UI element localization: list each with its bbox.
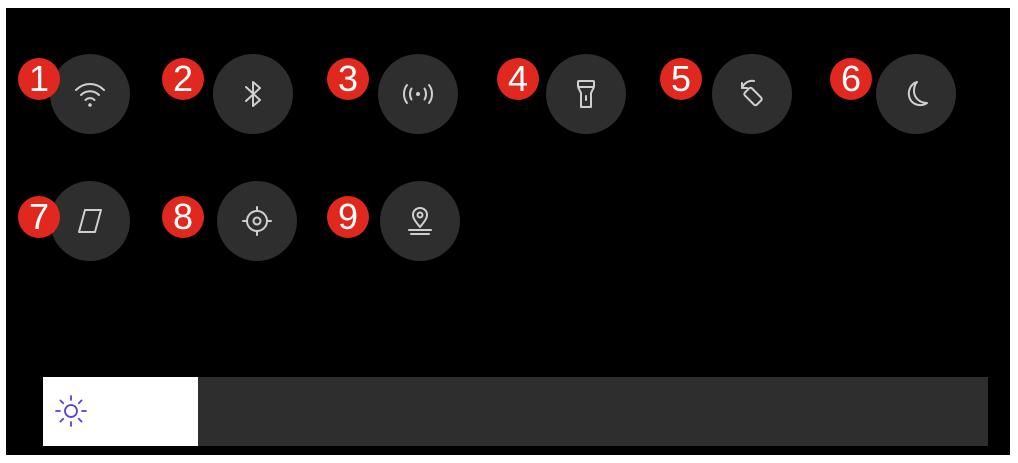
tile-number-badge: 3 bbox=[327, 58, 369, 100]
flashlight-icon bbox=[577, 80, 595, 108]
tile-number-badge: 9 bbox=[327, 196, 369, 238]
bluetooth-tile[interactable] bbox=[213, 54, 293, 134]
moon-icon bbox=[907, 81, 928, 107]
hotspot-button[interactable] bbox=[378, 54, 458, 134]
map-pin-icon bbox=[408, 207, 432, 235]
location-pin-button[interactable] bbox=[380, 181, 460, 261]
location-button[interactable] bbox=[217, 181, 297, 261]
wifi-icon bbox=[75, 83, 105, 107]
tile-number-badge: 6 bbox=[830, 58, 872, 100]
tile-number-badge: 5 bbox=[660, 58, 702, 100]
location-tile[interactable] bbox=[217, 181, 297, 261]
dark-mode-button[interactable] bbox=[876, 54, 956, 134]
brightness-slider[interactable] bbox=[43, 377, 988, 446]
wifi-button[interactable] bbox=[50, 54, 130, 134]
tile-number-badge: 2 bbox=[162, 58, 204, 100]
hotspot-tile[interactable] bbox=[378, 54, 458, 134]
bluetooth-button[interactable] bbox=[213, 54, 293, 134]
tile-number-badge: 7 bbox=[18, 196, 60, 238]
flashlight-button[interactable] bbox=[546, 54, 626, 134]
tile-number-badge: 1 bbox=[18, 58, 60, 100]
hotspot-icon bbox=[403, 84, 433, 104]
rotate-icon bbox=[741, 79, 763, 107]
auto-rotate-tile[interactable] bbox=[712, 54, 792, 134]
crosshair-icon bbox=[242, 206, 272, 236]
wifi-tile[interactable] bbox=[50, 54, 130, 134]
sun-icon bbox=[55, 395, 87, 427]
compass-tile[interactable] bbox=[50, 181, 130, 261]
tile-number-badge: 8 bbox=[162, 196, 204, 238]
compass-icon bbox=[78, 209, 102, 233]
compass-button[interactable] bbox=[50, 181, 130, 261]
tile-number-badge: 4 bbox=[497, 58, 539, 100]
dark-mode-tile[interactable] bbox=[876, 54, 956, 134]
location-pin-tile[interactable] bbox=[380, 181, 460, 261]
flashlight-tile[interactable] bbox=[546, 54, 626, 134]
bluetooth-icon bbox=[245, 81, 261, 107]
auto-rotate-button[interactable] bbox=[712, 54, 792, 134]
